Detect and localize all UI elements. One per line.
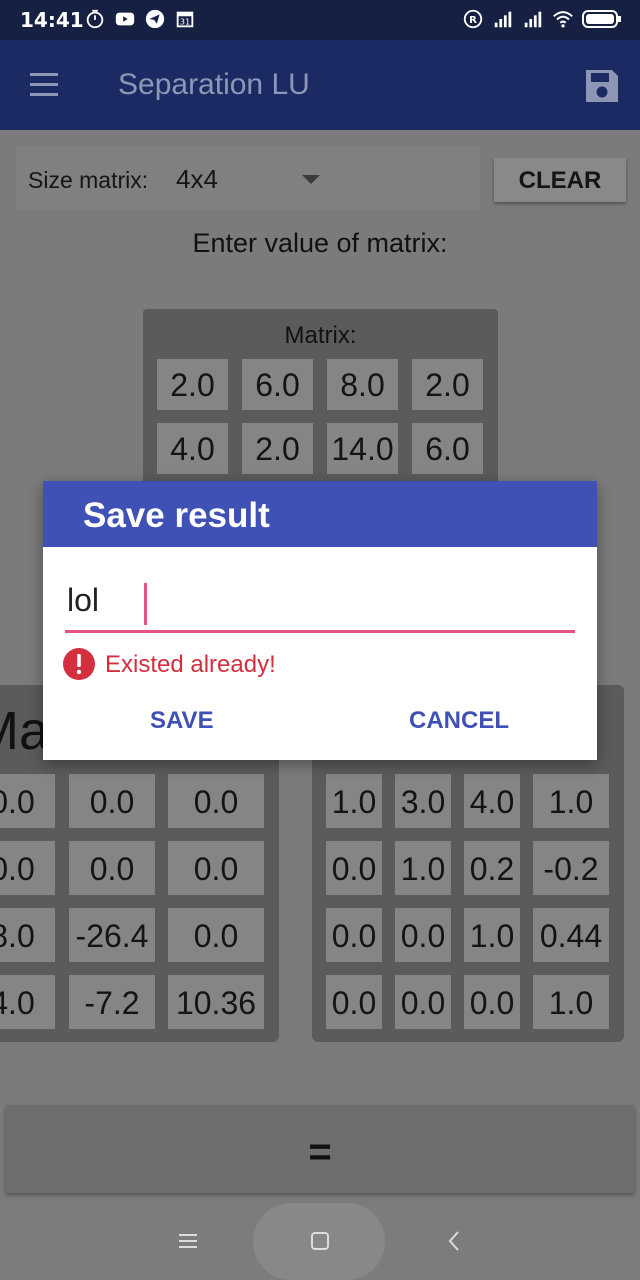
result-cell: -26.4	[69, 908, 155, 962]
svg-text:31: 31	[180, 17, 191, 27]
youtube-icon	[115, 12, 135, 26]
result-cell: -0.2	[533, 841, 609, 895]
size-matrix-label: Size matrix:	[28, 167, 149, 193]
result-cell: 10.36	[168, 975, 264, 1029]
size-matrix-selector[interactable]: Size matrix: 4x4	[16, 147, 480, 210]
app-bar: Separation LU	[0, 40, 640, 130]
signal-icon	[494, 11, 512, 28]
app-title: Separation LU	[118, 68, 310, 101]
clear-button[interactable]: CLEAR	[494, 158, 626, 202]
back-icon[interactable]	[441, 1227, 469, 1255]
status-time: 14:41	[20, 8, 84, 32]
dialog-title: Save result	[83, 496, 270, 535]
signal-icon	[524, 11, 542, 28]
result-cell: 0.0	[0, 774, 55, 828]
status-right-icons: R	[462, 8, 622, 30]
result-cell: 1.0	[326, 774, 382, 828]
matrix-cell[interactable]: 14.0	[327, 423, 398, 474]
result-cell: 1.0	[533, 774, 609, 828]
result-cell: 0.0	[326, 975, 382, 1029]
result-cell: 0.44	[533, 908, 609, 962]
dropdown-arrow-icon	[302, 175, 320, 184]
svg-text:R: R	[469, 15, 477, 26]
result-cell: 4.0	[0, 975, 55, 1029]
result-cell: 0.0	[0, 841, 55, 895]
text-cursor	[144, 583, 147, 625]
result-cell: 0.0	[168, 908, 264, 962]
matrix-cell[interactable]: 6.0	[242, 359, 313, 410]
error-icon	[63, 648, 95, 680]
result-cell: 8.0	[0, 908, 55, 962]
calendar-icon: 31	[176, 11, 194, 28]
recent-apps-icon[interactable]	[174, 1227, 202, 1255]
result-cell: 1.0	[464, 908, 520, 962]
matrix-cell[interactable]: 6.0	[412, 423, 483, 474]
status-bar: 14:41 31 R	[0, 0, 640, 40]
stopwatch-icon	[86, 9, 104, 29]
input-matrix: Matrix: 2.0 6.0 8.0 2.0 4.0 2.0 14.0 6.0	[143, 309, 498, 489]
result-cell: 1.0	[533, 975, 609, 1029]
result-cell: -7.2	[69, 975, 155, 1029]
result-cell: 0.0	[326, 908, 382, 962]
matrix-cell[interactable]: 8.0	[327, 359, 398, 410]
home-icon[interactable]	[306, 1227, 334, 1255]
error-message: Existed already!	[105, 651, 276, 678]
result-cell: 0.0	[326, 841, 382, 895]
result-cell: 0.0	[69, 774, 155, 828]
result-cell: 0.2	[464, 841, 520, 895]
result-cell: 0.0	[395, 975, 451, 1029]
matrix-cell[interactable]: 2.0	[157, 359, 228, 410]
result-cell: 3.0	[395, 774, 451, 828]
result-cell: 0.0	[168, 841, 264, 895]
result-cell: 0.0	[168, 774, 264, 828]
result-name-input[interactable]	[65, 577, 575, 633]
registered-icon: R	[463, 9, 483, 29]
size-matrix-value: 4x4	[176, 164, 218, 194]
save-icon[interactable]	[580, 64, 624, 108]
calculate-button[interactable]: =	[6, 1105, 634, 1193]
status-left-icons: 31	[84, 8, 196, 30]
save-button[interactable]: SAVE	[150, 707, 214, 735]
wifi-icon	[553, 11, 573, 28]
matrix-cell[interactable]: 4.0	[157, 423, 228, 474]
matrix-title: Matrix:	[284, 322, 357, 349]
menu-icon[interactable]	[24, 66, 68, 106]
result-cell: 0.0	[395, 908, 451, 962]
result-cell: 0.0	[69, 841, 155, 895]
enter-value-label: Enter value of matrix:	[192, 228, 448, 258]
battery-icon	[582, 10, 621, 28]
dialog-header: Save result	[43, 481, 597, 547]
cancel-button[interactable]: CANCEL	[409, 707, 509, 735]
matrix-cell[interactable]: 2.0	[242, 423, 313, 474]
telegram-icon	[145, 9, 165, 29]
result-cell: 1.0	[395, 841, 451, 895]
result-cell: 4.0	[464, 774, 520, 828]
result-cell: 0.0	[464, 975, 520, 1029]
save-result-dialog: Save result Existed already! SAVE CANCEL	[43, 481, 597, 760]
navigation-bar	[0, 1203, 640, 1280]
result-matrix-heading: Ma	[0, 701, 50, 761]
matrix-cell[interactable]: 2.0	[412, 359, 483, 410]
